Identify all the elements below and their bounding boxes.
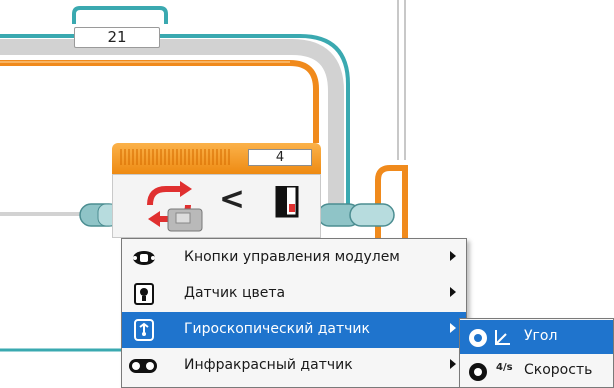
menu-item-label: Инфракрасный датчик — [184, 357, 353, 373]
gyro-mode-submenu: Угол 4/s Скорость — [459, 318, 614, 388]
submenu-arrow-icon — [450, 287, 456, 297]
orange-data-wire — [0, 60, 319, 143]
menu-item-label: Гироскопический датчик — [184, 321, 370, 337]
menu-item-color-sensor[interactable]: Датчик цвета — [122, 276, 466, 312]
menu-item-label: Датчик цвета — [184, 285, 286, 301]
color-sensor-icon — [134, 283, 154, 305]
menu-item-gyro-sensor[interactable]: Гироскопический датчик — [122, 312, 466, 348]
block-header-hatch — [120, 149, 230, 165]
submenu-item-label: Скорость — [524, 362, 593, 378]
switch-sensor-icon[interactable] — [140, 179, 210, 237]
port-selector[interactable]: 4 — [248, 149, 312, 166]
compare-type-symbol[interactable]: < — [219, 181, 245, 217]
orange-output-wire — [375, 165, 408, 238]
infrared-sensor-icon — [129, 359, 157, 373]
submenu-item-rate[interactable]: 4/s Скорость — [460, 354, 613, 388]
submenu-arrow-icon — [450, 323, 456, 333]
submenu-arrow-icon — [450, 251, 456, 261]
submenu-item-label: Угол — [524, 328, 558, 344]
output-plug-icon[interactable] — [273, 186, 303, 226]
submenu-arrow-icon — [450, 359, 456, 369]
menu-item-infrared-sensor[interactable]: Инфракрасный датчик — [122, 348, 466, 384]
brick-buttons-icon — [133, 251, 155, 265]
submenu-item-angle[interactable]: Угол — [460, 320, 613, 354]
gyro-sensor-icon — [134, 319, 154, 341]
sequence-plug-out-2 — [349, 203, 395, 227]
menu-item-label: Кнопки управления модулем — [184, 249, 400, 265]
rate-icon: 4/s — [496, 362, 513, 373]
loop-name-label[interactable]: 21 — [74, 27, 160, 48]
menu-item-brick-buttons[interactable]: Кнопки управления модулем — [122, 240, 466, 276]
sensor-dropdown-menu: Кнопки управления модулем Датчик цвета Г… — [121, 238, 467, 388]
loop-tab-frame — [72, 6, 168, 24]
gyro-small-icon — [469, 363, 487, 381]
gyro-small-icon — [469, 329, 487, 347]
angle-icon — [495, 330, 510, 345]
